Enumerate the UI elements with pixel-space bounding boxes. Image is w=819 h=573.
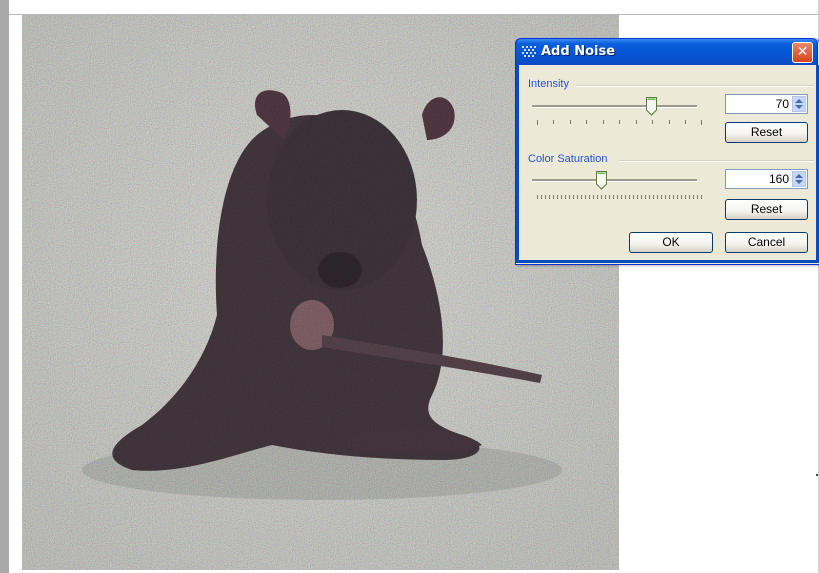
color-saturation-spin-arrows-icon[interactable]: [792, 171, 806, 187]
workspace-left-border: [0, 0, 9, 573]
color-saturation-reset-button[interactable]: Reset: [725, 199, 808, 220]
color-saturation-slider-track[interactable]: [532, 179, 697, 182]
intensity-slider-track[interactable]: [532, 105, 697, 108]
intensity-value: 70: [775, 97, 789, 111]
dialog-body: Intensity 70 Reset Color Saturation 160 …: [516, 65, 819, 263]
color-saturation-label: Color Saturation: [528, 153, 608, 165]
stray-pixel: [816, 474, 818, 476]
close-icon: ✕: [796, 44, 809, 60]
intensity-ticks: [537, 120, 702, 125]
ok-label: OK: [662, 235, 680, 249]
dialog-title-bar[interactable]: Add Noise ✕: [515, 38, 818, 65]
ok-button[interactable]: OK: [629, 232, 713, 253]
intensity-value-field[interactable]: 70: [725, 94, 808, 114]
dialog-title: Add Noise: [541, 44, 616, 59]
cancel-label: Cancel: [747, 235, 786, 249]
intensity-reset-button[interactable]: Reset: [725, 122, 808, 143]
intensity-reset-label: Reset: [750, 125, 783, 139]
cancel-button[interactable]: Cancel: [725, 232, 808, 253]
close-button[interactable]: ✕: [792, 42, 813, 63]
add-noise-dialog[interactable]: Add Noise ✕ Intensity 70 Reset Color Sat…: [515, 38, 819, 265]
noise-effect-icon: [522, 46, 536, 57]
color-saturation-value-field[interactable]: 160: [725, 169, 808, 189]
workspace-top-border: [9, 0, 819, 15]
intensity-slider-thumb[interactable]: [646, 97, 657, 116]
color-saturation-slider-thumb[interactable]: [596, 171, 607, 190]
color-saturation-ticks: [537, 195, 702, 199]
workspace-margin: [9, 0, 22, 573]
color-saturation-reset-label: Reset: [750, 202, 783, 216]
color-saturation-value: 160: [768, 172, 789, 186]
intensity-separator: [576, 85, 814, 87]
intensity-label: Intensity: [528, 78, 569, 90]
intensity-spin-arrows-icon[interactable]: [792, 96, 806, 112]
color-saturation-separator: [619, 160, 814, 162]
